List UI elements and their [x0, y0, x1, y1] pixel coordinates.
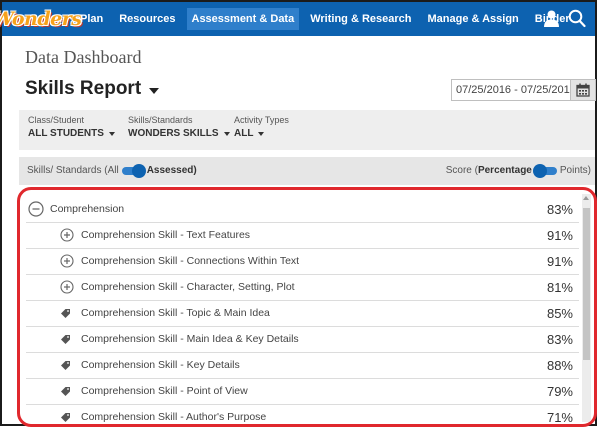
top-nav-bar: Wonders Plan Resources Assessment & Data…: [0, 2, 595, 36]
chevron-down-icon: [258, 131, 265, 136]
chevron-down-icon: [149, 87, 160, 94]
nav-menu: Plan Resources Assessment & Data Writing…: [75, 2, 581, 36]
nav-item-assessment-data[interactable]: Assessment & Data: [186, 8, 300, 30]
row-score: 91%: [546, 253, 573, 269]
row-label: Comprehension Skill - Text Features: [81, 229, 251, 241]
logo-text: Wonders: [0, 8, 82, 30]
row-label: Comprehension Skill - Main Idea & Key De…: [81, 333, 299, 345]
tag-icon: [60, 386, 71, 397]
row-label: Comprehension Skill - Connections Within…: [81, 255, 300, 267]
scroll-up-arrow[interactable]: [583, 196, 589, 200]
row-label: Comprehension: [50, 203, 125, 215]
user-icon[interactable]: [544, 10, 559, 32]
chevron-down-icon: [223, 131, 230, 136]
filter-label: Skills/Standards: [128, 115, 193, 125]
row-label: Comprehension Skill - Key Details: [81, 359, 240, 371]
search-icon[interactable]: [568, 9, 586, 33]
report-title: Skills Report: [25, 78, 142, 99]
scrollbar[interactable]: [582, 194, 591, 422]
plus-circle-icon[interactable]: [60, 254, 74, 268]
row-score: 81%: [546, 279, 573, 295]
scrollbar-thumb[interactable]: [583, 208, 590, 360]
report-row[interactable]: Comprehension Skill - Main Idea & Key De…: [26, 326, 579, 353]
score-switch[interactable]: [532, 163, 557, 178]
toggle-selected-label: Assessed): [146, 165, 197, 176]
row-label: Comprehension Skill - Point of View: [81, 385, 248, 397]
report-row[interactable]: Comprehension Skill - Author's Purpose 71…: [26, 404, 579, 425]
chevron-down-icon: [108, 131, 115, 136]
report-row[interactable]: Comprehension Skill - Topic & Main Idea 8…: [26, 300, 579, 327]
date-range-value: 07/25/2016 - 07/25/2017: [456, 84, 576, 96]
nav-item-writing-research[interactable]: Writing & Research: [305, 8, 416, 30]
toggle-label: Skills/ Standards (All: [27, 165, 119, 176]
row-label: Comprehension Skill - Author's Purpose: [81, 411, 267, 423]
row-label: Comprehension Skill - Topic & Main Idea: [81, 307, 270, 319]
plus-circle-icon[interactable]: [60, 228, 74, 242]
filter-value: WONDERS SKILLS: [128, 128, 219, 139]
row-label: Comprehension Skill - Character, Setting…: [81, 281, 295, 293]
plus-circle-icon[interactable]: [60, 280, 74, 294]
filter-class-student[interactable]: Class/Student ALL STUDENTS: [28, 115, 115, 139]
calendar-icon[interactable]: [570, 80, 595, 100]
row-score: 88%: [546, 357, 573, 373]
page-title: Data Dashboard: [25, 47, 142, 67]
wonders-logo[interactable]: Wonders: [0, 5, 82, 33]
report-row[interactable]: Comprehension 83%: [26, 196, 579, 223]
row-score: 79%: [546, 383, 573, 399]
report-row[interactable]: Comprehension Skill - Character, Setting…: [26, 274, 579, 301]
assessed-switch[interactable]: [121, 163, 146, 178]
report-row[interactable]: Comprehension Skill - Text Features 91%: [26, 222, 579, 249]
nav-item-plan[interactable]: Plan: [75, 8, 108, 30]
toggle-selected-label: Percentage: [477, 165, 532, 176]
tag-icon: [60, 360, 71, 371]
skills-standards-toggle[interactable]: Skills/ Standards (All Assessed): [27, 163, 197, 178]
nav-item-resources[interactable]: Resources: [114, 8, 180, 30]
report-row[interactable]: Comprehension Skill - Connections Within…: [26, 248, 579, 275]
filter-value: ALL: [234, 128, 254, 139]
filter-activity-types[interactable]: Activity Types ALL: [234, 115, 289, 139]
toggle-other-label: Points): [559, 165, 591, 176]
report-selector[interactable]: Skills Report: [25, 78, 160, 100]
minus-circle-icon[interactable]: [28, 201, 44, 217]
filter-bar: Class/Student ALL STUDENTS Skills/Standa…: [19, 110, 595, 150]
row-score: 83%: [546, 201, 573, 217]
filter-value: ALL STUDENTS: [28, 128, 104, 139]
skills-report-panel: Comprehension 83% Comprehension Skill - Te…: [17, 187, 597, 427]
toggle-bar: Skills/ Standards (All Assessed) Score (…: [19, 157, 595, 185]
row-score: 83%: [546, 331, 573, 347]
date-range-picker[interactable]: 07/25/2016 - 07/25/2017: [451, 79, 596, 101]
tag-icon: [60, 412, 71, 423]
row-score: 71%: [546, 409, 573, 425]
filter-label: Class/Student: [28, 115, 85, 125]
row-score: 91%: [546, 227, 573, 243]
tag-icon: [60, 334, 71, 345]
nav-item-manage-assign[interactable]: Manage & Assign: [423, 8, 524, 30]
report-row[interactable]: Comprehension Skill - Key Details 88%: [26, 352, 579, 379]
toggle-label: Score (: [445, 165, 478, 176]
filter-skills-standards[interactable]: Skills/Standards WONDERS SKILLS: [128, 115, 230, 139]
row-score: 85%: [546, 305, 573, 321]
report-row[interactable]: Comprehension Skill - Point of View 79%: [26, 378, 579, 405]
tag-icon: [60, 308, 71, 319]
score-toggle[interactable]: Score ( Percentage Points): [445, 163, 591, 178]
filter-label: Activity Types: [234, 115, 289, 125]
